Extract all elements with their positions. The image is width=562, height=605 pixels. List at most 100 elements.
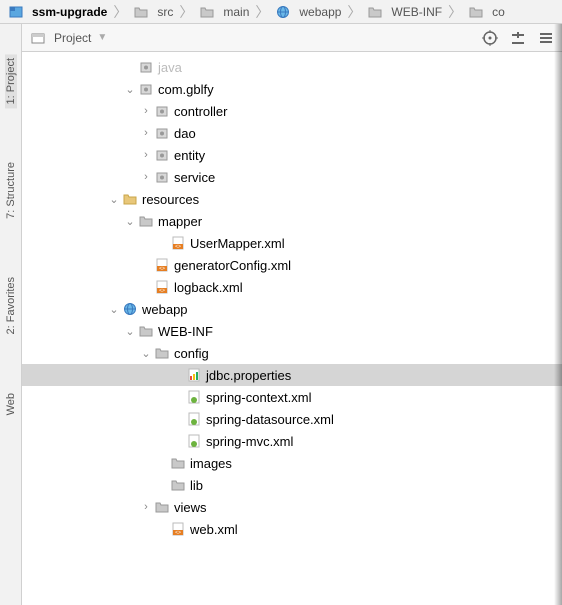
tree-node-label: WEB-INF [158, 324, 213, 339]
breadcrumb-co[interactable]: co [464, 4, 509, 20]
folder-icon [138, 213, 154, 229]
tree-node-WEB-INF[interactable]: ⌄ WEB-INF [22, 320, 562, 342]
tree-node-java[interactable]: java [22, 56, 562, 78]
tree-node-entity[interactable]: ›entity [22, 144, 562, 166]
tree-node-generatorConfig-xml[interactable]: <> generatorConfig.xml [22, 254, 562, 276]
tree-node-mapper[interactable]: ⌄mapper [22, 210, 562, 232]
breadcrumb-ssm-upgrade[interactable]: ssm-upgrade [4, 4, 111, 20]
tree-node-label: UserMapper.xml [190, 236, 285, 251]
tree-node-UserMapper-xml[interactable]: <> UserMapper.xml [22, 232, 562, 254]
xml-icon: <> [154, 257, 170, 273]
collapse-all-icon[interactable] [510, 30, 526, 46]
breadcrumb-src[interactable]: src [129, 4, 177, 20]
gutter-favorites-label: 2: Favorites [5, 277, 17, 334]
breadcrumb-WEB-INF[interactable]: WEB-INF [363, 4, 446, 20]
expand-arrow-icon[interactable]: ⌄ [106, 193, 122, 206]
tree-node-com-gblfy[interactable]: ⌄ com.gblfy [22, 78, 562, 100]
expand-arrow-icon[interactable]: ⌄ [122, 325, 138, 338]
svg-text:<>: <> [159, 288, 165, 294]
tree-node-resources[interactable]: ⌄ resources [22, 188, 562, 210]
package-icon [154, 125, 170, 141]
svg-text:<>: <> [175, 244, 181, 250]
expand-arrow-icon[interactable]: › [138, 501, 154, 513]
tree-node-label: spring-mvc.xml [206, 434, 293, 449]
chevron-right-icon: 〉 [179, 2, 193, 22]
tree-node-label: lib [190, 478, 203, 493]
tree-node-spring-datasource-xml[interactable]: spring-datasource.xml [22, 408, 562, 430]
gutter-project-label: 1: Project [5, 58, 17, 104]
chevron-right-icon: 〉 [255, 2, 269, 22]
folder-icon [367, 4, 383, 20]
breadcrumb: ssm-upgrade〉src〉main〉webapp〉WEB-INF〉co [0, 0, 562, 24]
expand-arrow-icon[interactable]: › [138, 105, 154, 117]
tree-node-webapp[interactable]: ⌄ webapp [22, 298, 562, 320]
tree-node-spring-mvc-xml[interactable]: spring-mvc.xml [22, 430, 562, 452]
tree-node-label: com.gblfy [158, 82, 214, 97]
spring-icon [186, 411, 202, 427]
resfolder-icon [122, 191, 138, 207]
crumb-label: co [492, 5, 505, 19]
tree-node-label: images [190, 456, 232, 471]
xml-icon: <> [154, 279, 170, 295]
tree-node-label: resources [142, 192, 199, 207]
expand-arrow-icon[interactable]: › [138, 127, 154, 139]
tree-node-label: views [174, 500, 207, 515]
tree-node-label: generatorConfig.xml [174, 258, 291, 273]
gutter-tab-favorites[interactable]: 2: Favorites [5, 273, 17, 338]
tree-node-logback-xml[interactable]: <> logback.xml [22, 276, 562, 298]
tree-node-web-xml[interactable]: <> web.xml [22, 518, 562, 540]
svg-text:<>: <> [159, 266, 165, 272]
gutter-tab-structure[interactable]: 7: Structure [5, 158, 17, 223]
package-icon [138, 59, 154, 75]
left-gutter: 1: Project 7: Structure 2: Favorites Web [0, 24, 22, 605]
expand-arrow-icon[interactable]: ⌄ [138, 347, 154, 360]
gutter-tab-web[interactable]: Web [5, 389, 17, 419]
tree-node-label: logback.xml [174, 280, 243, 295]
gutter-tab-project[interactable]: 1: Project [5, 54, 17, 108]
folder-icon [154, 499, 170, 515]
expand-arrow-icon[interactable]: › [138, 171, 154, 183]
package-icon [138, 81, 154, 97]
folder-icon [138, 323, 154, 339]
tree-node-lib[interactable]: lib [22, 474, 562, 496]
tree-node-controller[interactable]: › controller [22, 100, 562, 122]
folder-icon [133, 4, 149, 20]
tree-node-label: controller [174, 104, 227, 119]
crumb-label: main [223, 5, 249, 19]
folder-icon [468, 4, 484, 20]
locate-icon[interactable] [482, 30, 498, 46]
breadcrumb-main[interactable]: main [195, 4, 253, 20]
xml-icon: <> [170, 521, 186, 537]
tree-node-config[interactable]: ⌄config [22, 342, 562, 364]
panel-title: Project [54, 31, 91, 45]
expand-arrow-icon[interactable]: ⌄ [106, 303, 122, 316]
main-shell: 1: Project 7: Structure 2: Favorites Web… [0, 24, 562, 605]
panel-header-left[interactable]: Project ▼ [30, 30, 107, 46]
expand-arrow-icon[interactable]: ⌄ [122, 215, 138, 228]
scrollbar[interactable] [554, 24, 562, 605]
tree-node-jdbc-properties[interactable]: jdbc.properties [22, 364, 562, 386]
tree-node-dao[interactable]: ›dao [22, 122, 562, 144]
chevron-down-icon: ▼ [97, 32, 107, 43]
tree-node-spring-context-xml[interactable]: spring-context.xml [22, 386, 562, 408]
props-icon [186, 367, 202, 383]
expand-arrow-icon[interactable]: ⌄ [122, 83, 138, 96]
package-icon [154, 169, 170, 185]
tree-node-label: web.xml [190, 522, 238, 537]
tree-node-service[interactable]: ›service [22, 166, 562, 188]
spring-icon [186, 433, 202, 449]
breadcrumb-webapp[interactable]: webapp [271, 4, 345, 20]
settings-icon[interactable] [538, 30, 554, 46]
panel-header: Project ▼ [22, 24, 562, 52]
chevron-right-icon: 〉 [113, 2, 127, 22]
gutter-structure-label: 7: Structure [5, 162, 17, 219]
tree-node-views[interactable]: › views [22, 496, 562, 518]
expand-arrow-icon[interactable]: › [138, 149, 154, 161]
crumb-label: ssm-upgrade [32, 5, 107, 19]
svg-text:<>: <> [175, 530, 181, 536]
tree-node-images[interactable]: images [22, 452, 562, 474]
tree-node-label: webapp [142, 302, 188, 317]
chevron-right-icon: 〉 [347, 2, 361, 22]
webfolder-icon [122, 301, 138, 317]
project-tree[interactable]: java ⌄ com.gblfy › controller ›dao›entity›ser… [22, 52, 562, 605]
